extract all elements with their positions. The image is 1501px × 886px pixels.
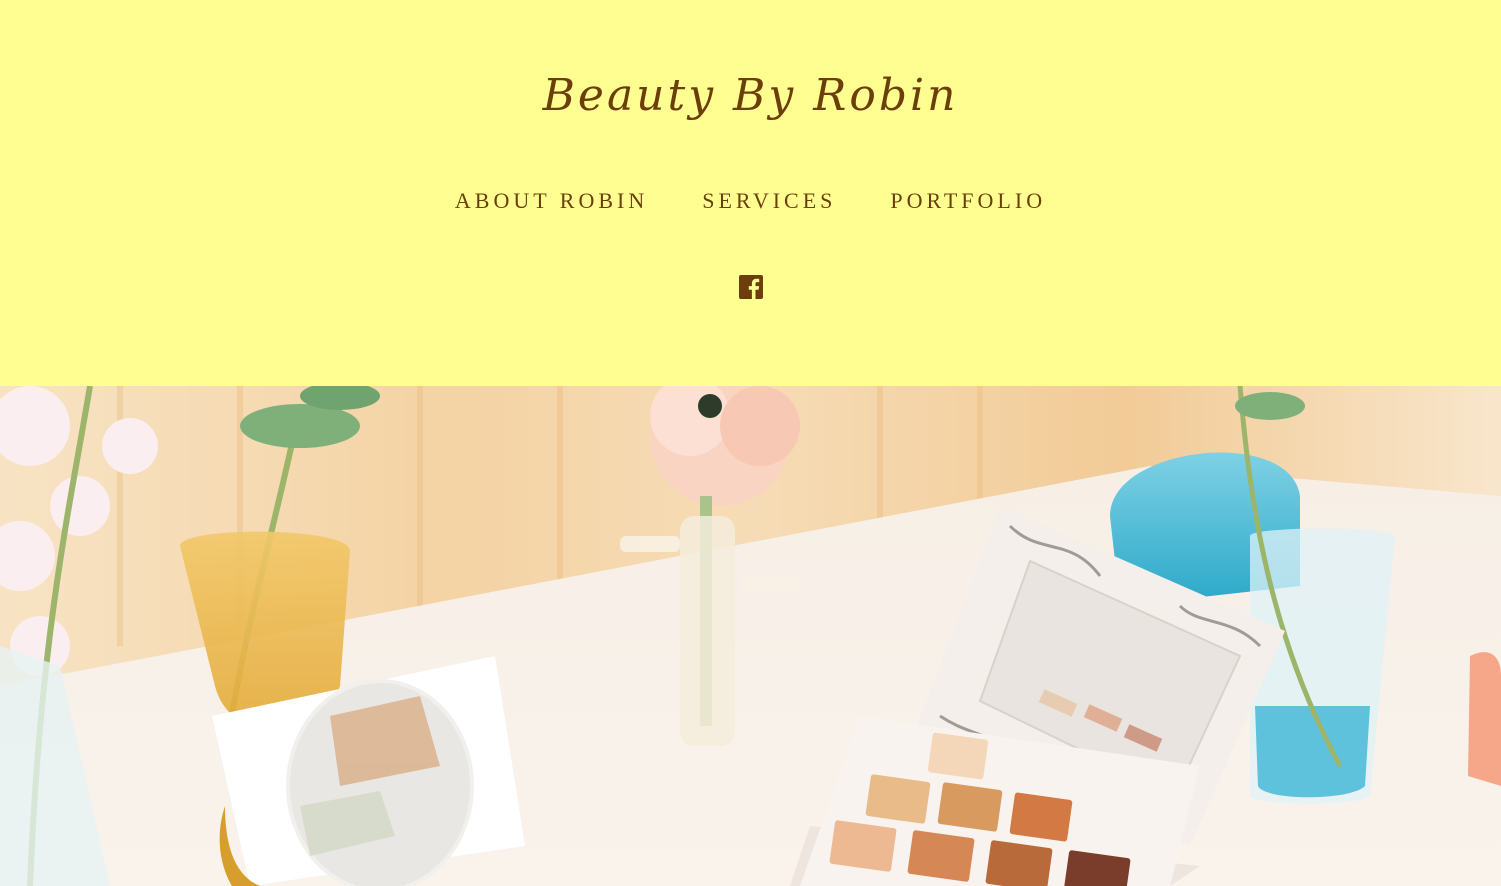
- nav-item-portfolio[interactable]: PORTFOLIO: [890, 188, 1046, 214]
- facebook-icon: [739, 275, 763, 299]
- site-title[interactable]: Beauty By Robin: [0, 70, 1501, 121]
- main-nav: ABOUT ROBIN SERVICES PORTFOLIO: [0, 188, 1501, 214]
- site-header: Beauty By Robin ABOUT ROBIN SERVICES POR…: [0, 0, 1501, 386]
- makeup-palette-photo: [0, 386, 1501, 886]
- hero-image: [0, 386, 1501, 886]
- nav-item-services[interactable]: SERVICES: [702, 188, 836, 214]
- facebook-link[interactable]: [739, 275, 763, 299]
- nav-item-about-robin[interactable]: ABOUT ROBIN: [455, 188, 648, 214]
